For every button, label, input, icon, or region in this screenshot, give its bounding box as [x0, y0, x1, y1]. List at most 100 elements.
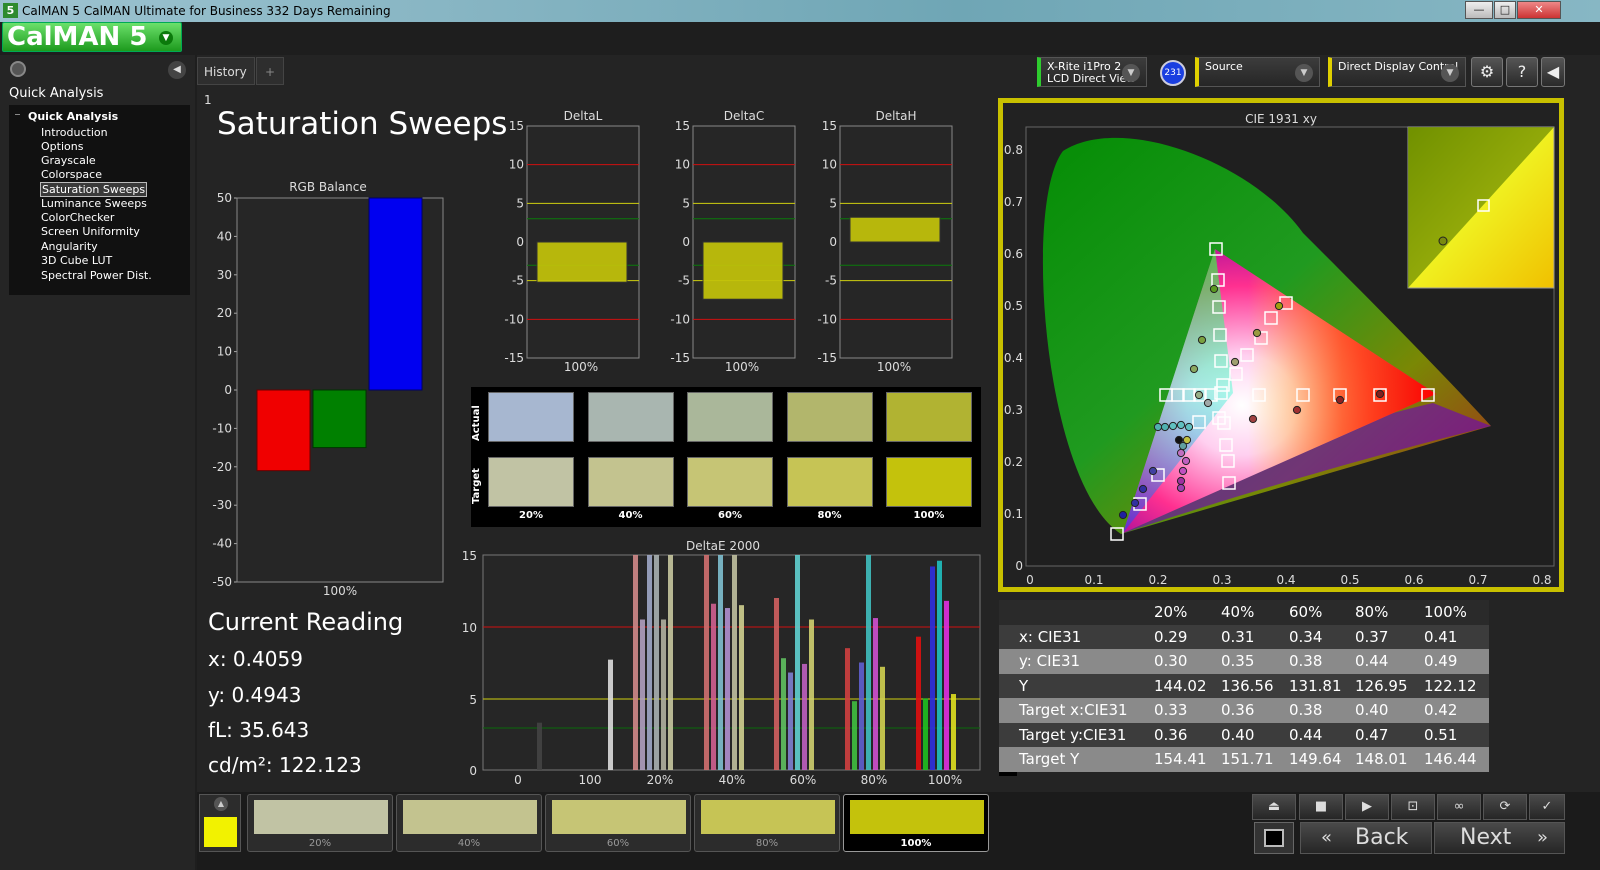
- continuous-button[interactable]: ∞: [1437, 794, 1481, 820]
- sidebar-item-grayscale[interactable]: Grayscale: [41, 154, 96, 167]
- tree-group-quick-analysis[interactable]: Quick Analysis: [28, 110, 118, 123]
- col-header: 40%: [1221, 603, 1255, 621]
- cie-xtick: 0.1: [1084, 573, 1103, 587]
- measure-step-button[interactable]: ⊡: [1391, 794, 1435, 820]
- measured-point: [1252, 328, 1262, 338]
- stop-record-button[interactable]: [1254, 822, 1294, 854]
- display-dropdown[interactable]: Direct Display Control ▼: [1328, 57, 1466, 87]
- play-button[interactable]: ▶: [1345, 794, 1389, 820]
- deltae-bar: [809, 619, 814, 770]
- sidebar-item-spectral-power-dist[interactable]: Spectral Power Dist.: [41, 269, 152, 282]
- delta-ytick: 10: [675, 158, 690, 172]
- eject-button[interactable]: ⏏: [1252, 794, 1296, 820]
- deltae-bar: [859, 662, 864, 770]
- bottom-swatch-100pct[interactable]: 100%: [843, 794, 989, 852]
- delta-ytick: -10: [504, 312, 524, 326]
- collapse-right-button[interactable]: ◀: [1541, 57, 1565, 87]
- table-cell: 144.02: [1154, 676, 1207, 695]
- refresh-button[interactable]: ⟳: [1483, 794, 1527, 820]
- swatch-label: 40%: [457, 838, 481, 849]
- bottom-swatch-40pct[interactable]: 40%: [396, 794, 542, 852]
- rgb-ytick: 10: [217, 345, 232, 359]
- sidebar-item-saturation-sweeps[interactable]: Saturation Sweeps: [40, 182, 148, 197]
- logo-menu-chevron-icon[interactable]: ▼: [159, 31, 173, 45]
- delta-ytick: 15: [509, 119, 524, 133]
- deltae-bar: [923, 698, 928, 770]
- source-dropdown[interactable]: Source ▼: [1195, 57, 1320, 87]
- target-swatch: [786, 457, 873, 507]
- close-button[interactable]: ✕: [1517, 1, 1561, 19]
- current-color-preview[interactable]: ▲: [199, 794, 241, 852]
- sidebar-item-angularity[interactable]: Angularity: [41, 240, 98, 253]
- help-icon: ?: [1517, 62, 1527, 81]
- delta-chart-title: DeltaL: [564, 109, 603, 123]
- rgb-ytick: 30: [217, 268, 232, 282]
- blue-bar: [368, 197, 423, 391]
- tab-history-1[interactable]: History 1: [197, 57, 255, 107]
- help-button[interactable]: ?: [1506, 57, 1538, 87]
- delta-chart-1: DeltaC 15 10 5 0 -5 -10 -15 100%: [670, 109, 796, 374]
- cie-chart-panel[interactable]: CIE 1931 xy 0 0.1 0.2 0.3 0.4 0.5 0.6 0.7 0.8 0.8…: [998, 98, 1564, 592]
- deltae-xtick: 40%: [719, 773, 746, 787]
- measured-point: [1292, 405, 1302, 415]
- back-button[interactable]: « Back: [1300, 822, 1432, 854]
- calman-logo[interactable]: CalMAN 5 ▼: [2, 22, 182, 52]
- swatch-label: 60%: [606, 838, 630, 849]
- settings-button[interactable]: ⚙: [1471, 57, 1503, 87]
- minimize-button[interactable]: —: [1465, 1, 1493, 19]
- deltae-bar: [633, 555, 638, 770]
- row-label: Y: [1019, 676, 1029, 695]
- delta-bar: [536, 241, 628, 283]
- stop-button[interactable]: ■: [1299, 794, 1343, 820]
- sidebar-item-introduction[interactable]: Introduction: [41, 126, 108, 139]
- collapse-sidebar-icon[interactable]: ◀: [168, 61, 186, 79]
- sidebar-item-colorspace[interactable]: Colorspace: [41, 168, 102, 181]
- record-icon[interactable]: [10, 61, 26, 77]
- add-tab-button[interactable]: +: [256, 57, 284, 85]
- deltae-bar: [718, 555, 723, 770]
- cie-xtick: 0: [1026, 573, 1034, 587]
- confirm-button[interactable]: ✓: [1529, 794, 1565, 820]
- sidebar-item-colorchecker[interactable]: ColorChecker: [41, 211, 114, 224]
- deltae-xtick: 0: [514, 773, 522, 787]
- deltae-xtick: 80%: [861, 773, 888, 787]
- next-button[interactable]: Next »: [1434, 822, 1565, 854]
- chevron-down-icon: ▼: [1441, 64, 1459, 82]
- tree-expander-icon[interactable]: [15, 114, 20, 115]
- rgb-ytick: 50: [217, 191, 232, 205]
- swatch-label: 60%: [718, 510, 742, 521]
- sidebar-item-3d-cube-lut[interactable]: 3D Cube LUT: [41, 254, 112, 267]
- measured-point: [1153, 422, 1163, 432]
- swatch-label: 80%: [755, 838, 779, 849]
- delta-ytick: -5: [512, 274, 524, 288]
- swatch-label: 80%: [817, 510, 842, 521]
- swatch-color: [850, 800, 984, 834]
- deltae-xtick: 100: [579, 773, 602, 787]
- measured-point: [1174, 435, 1184, 445]
- sidebar-item-luminance-sweeps[interactable]: Luminance Sweeps: [41, 197, 147, 210]
- measured-point: [1184, 422, 1194, 432]
- meter-status-badge[interactable]: 231: [1160, 60, 1186, 86]
- swatch-label: 20%: [308, 838, 332, 849]
- rgb-ytick: 40: [217, 229, 232, 243]
- measured-point: [1182, 435, 1192, 445]
- bottom-swatch-60pct[interactable]: 60%: [545, 794, 691, 852]
- deltae-bar: [930, 566, 935, 770]
- cie-ytick: 0.6: [1004, 247, 1023, 261]
- cie-ytick: 0.7: [1004, 195, 1023, 209]
- actual-swatch: [687, 392, 773, 442]
- maximize-button[interactable]: □: [1494, 1, 1516, 19]
- rgb-ytick: -50: [212, 575, 232, 589]
- cie-ytick: 0.1: [1004, 507, 1023, 521]
- swatch-label: 100%: [900, 838, 932, 849]
- bottom-swatch-80pct[interactable]: 80%: [694, 794, 840, 852]
- sidebar-item-options[interactable]: Options: [41, 140, 83, 153]
- checkmark-icon: ✓: [1541, 799, 1553, 814]
- bottom-swatch-20pct[interactable]: 20%: [247, 794, 393, 852]
- green-bar: [312, 389, 367, 449]
- actual-swatch: [886, 392, 972, 442]
- meter-dropdown[interactable]: X-Rite i1Pro 2 LCD Direct View ▼: [1037, 57, 1147, 87]
- logo-text: CalMAN 5: [7, 22, 148, 52]
- delta-ytick: 15: [822, 119, 837, 133]
- sidebar-item-screen-uniformity[interactable]: Screen Uniformity: [41, 225, 140, 238]
